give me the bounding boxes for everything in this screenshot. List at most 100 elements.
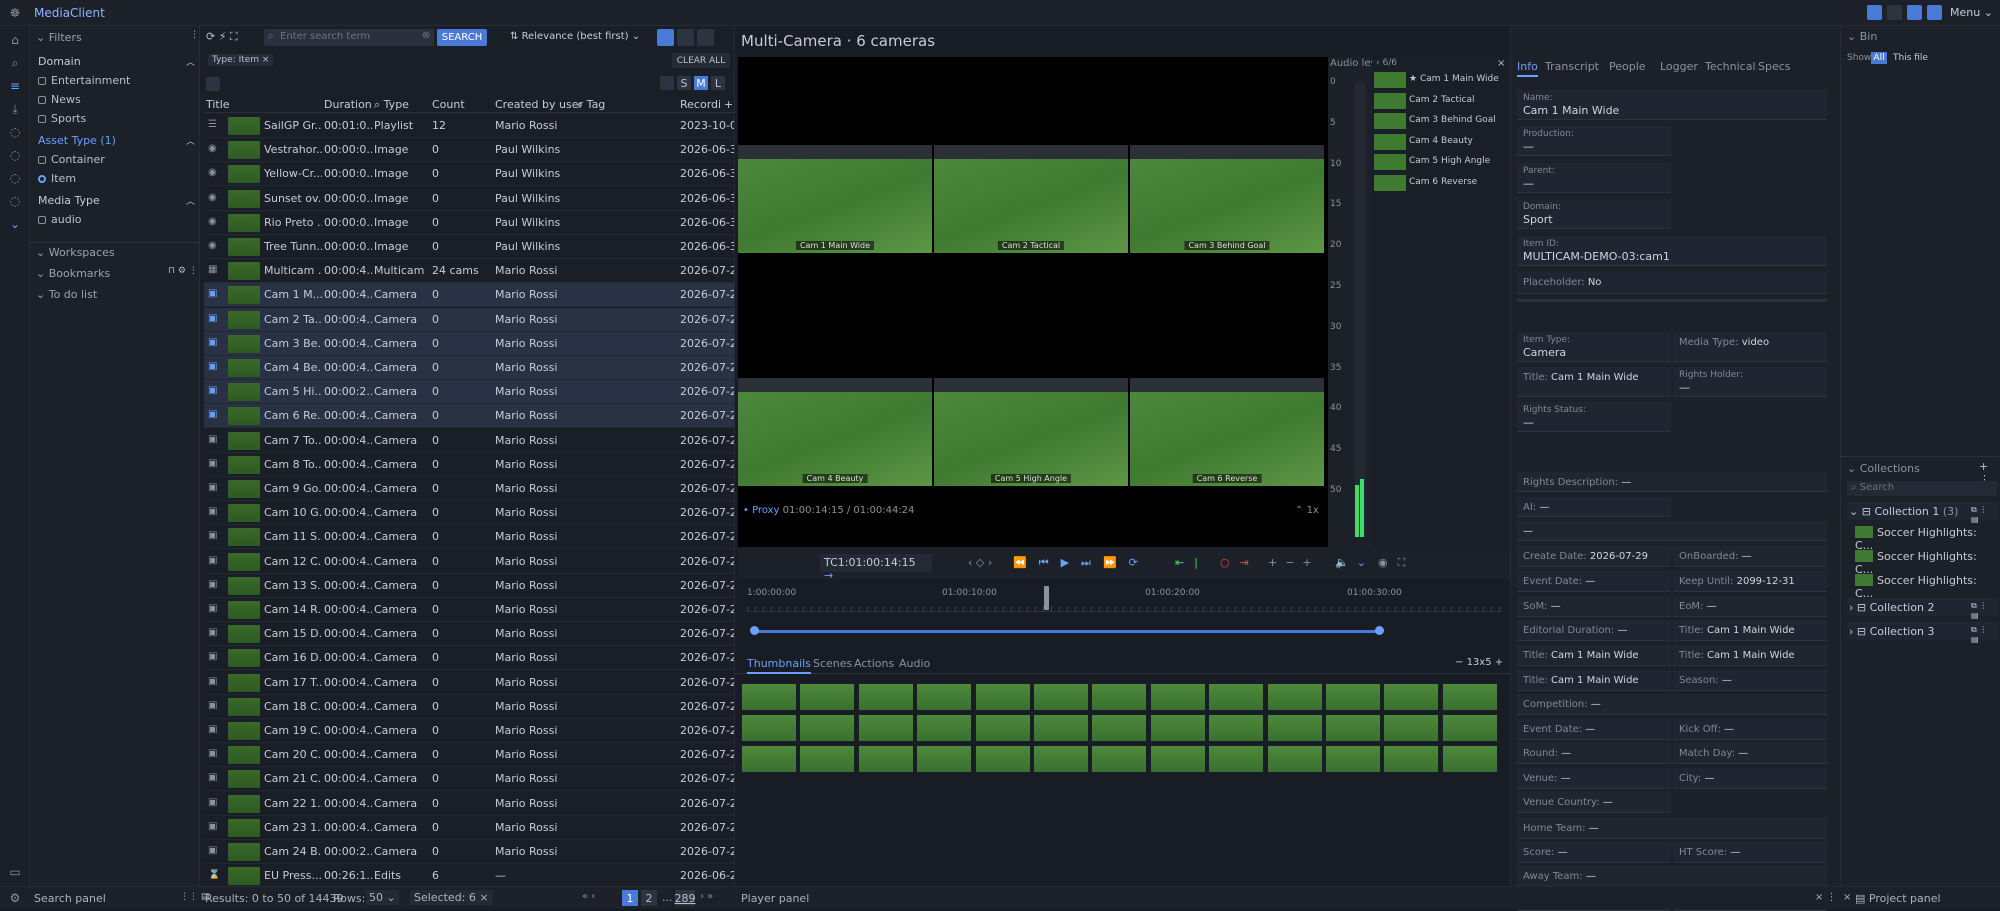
field-blank[interactable]: — <box>1517 521 1827 541</box>
playhead[interactable] <box>1044 586 1049 610</box>
search-icon[interactable]: ⌕ <box>5 53 25 73</box>
field-score[interactable]: Score: — <box>1517 842 1671 863</box>
scene-thumbnail[interactable] <box>1208 745 1265 773</box>
scene-thumbnail[interactable] <box>1208 714 1265 742</box>
table-row[interactable]: ▣ Cam 11 S... 00:00:4... Camera 0 Mario … <box>204 525 734 550</box>
col-count[interactable]: Count <box>432 98 465 111</box>
todo-header[interactable]: ⌄ To do list <box>36 288 97 301</box>
scene-thumbnail[interactable] <box>1383 683 1440 711</box>
table-row[interactable]: ▣ Cam 13 S... 00:00:4... Camera 0 Mario … <box>204 574 734 598</box>
cam-tile-4[interactable]: Cam 4 Beauty <box>738 378 932 486</box>
table-row[interactable]: ◉ Tree Tunn... 00:00:0... Image 0 Paul W… <box>204 235 734 259</box>
scene-thumbnail[interactable] <box>1208 683 1265 711</box>
scene-thumbnail[interactable] <box>1325 745 1381 773</box>
table-row[interactable]: ▣ Cam 24 B... 00:00:2... Camera 0 Mario … <box>204 840 734 864</box>
table-row[interactable]: ◉ Rio Preto ... 00:00:0... Image 0 Paul … <box>204 211 734 235</box>
show-all-button[interactable]: All <box>1871 52 1887 64</box>
volume-icon[interactable]: 🔈⌄ <box>1335 556 1374 569</box>
field-eventdate[interactable]: Event Date: — <box>1517 571 1671 592</box>
field-season[interactable]: Season: — <box>1673 670 1827 691</box>
size-m-button[interactable]: M <box>694 76 708 90</box>
table-row[interactable]: ▣ Cam 20 C... 00:00:4... Camera 0 Mario … <box>204 743 734 768</box>
cam-tile-3[interactable]: Cam 3 Behind Goal <box>1130 145 1324 253</box>
scene-thumbnail[interactable] <box>916 683 973 711</box>
field-domain[interactable]: Domain: Sport <box>1517 199 1671 229</box>
scene-thumbnail[interactable] <box>974 714 1031 742</box>
bookmark-tools-icon[interactable]: ⊓ ⚙ ⋮ <box>168 266 198 276</box>
table-row[interactable]: ▦ Multicam ... 00:00:4... Multicam 24 ca… <box>204 259 734 284</box>
info-tab-people[interactable]: People <box>1609 60 1646 73</box>
camera-list-item[interactable]: Cam 5 High Angle <box>1374 153 1508 171</box>
field-name[interactable]: Name: Cam 1 Main Wide <box>1517 90 1827 120</box>
filters-header[interactable]: ⌄ Filters <box>36 31 82 44</box>
camera-list-item[interactable]: Cam 6 Reverse <box>1374 174 1508 192</box>
scene-thumbnail[interactable] <box>741 745 797 773</box>
scene-thumbnail[interactable] <box>1266 714 1323 742</box>
collection-3[interactable]: › ⊟ Collection 3 ⧉ ⋮ ▤ <box>1847 622 1997 644</box>
field-production[interactable]: Production: — <box>1517 126 1671 156</box>
scene-thumbnail[interactable] <box>1149 714 1206 742</box>
scene-thumbnail[interactable] <box>1266 683 1323 711</box>
collapse-icon[interactable]: ⌄ <box>5 214 25 234</box>
filter-sports[interactable]: Sports <box>38 112 86 125</box>
field-media-type[interactable]: Media Type: video <box>1673 332 1827 362</box>
field-rights-holder[interactable]: Rights Holder: — <box>1673 367 1827 397</box>
tab-audio[interactable]: Audio <box>899 657 930 670</box>
camera-list-item[interactable]: ★ Cam 1 Main Wide <box>1374 71 1508 89</box>
field-title[interactable]: Title: Cam 1 Main Wide <box>1517 645 1671 666</box>
scene-thumbnail[interactable] <box>1149 745 1206 773</box>
timeline-ruler[interactable]: 1:00:00:00 01:00:10:00 01:00:20:00 01:00… <box>747 586 1502 612</box>
table-row[interactable]: ▣ Cam 19 C... 00:00:4... Camera 0 Mario … <box>204 719 734 743</box>
filter-chip[interactable]: Type: Item × <box>208 54 274 66</box>
field-keepuntil[interactable]: Keep Until: 2099-12-31 <box>1673 571 1827 592</box>
nav-icon-8[interactable]: ◌ <box>5 191 25 211</box>
table-row[interactable]: ☰ SailGP Gr... 00:01:0... Playlist 12 Ma… <box>204 114 734 138</box>
col-type[interactable]: ⌕ Type <box>374 98 409 112</box>
tab-thumbnails[interactable]: Thumbnails <box>747 657 811 674</box>
scene-thumbnail[interactable] <box>799 714 856 742</box>
scene-thumbnail[interactable] <box>1383 745 1440 773</box>
grid-size-control[interactable]: − 13x5 + <box>1455 657 1503 668</box>
nav-icon-7[interactable]: ◌ <box>5 168 25 188</box>
filter-container[interactable]: Container <box>38 153 105 166</box>
field-htscore[interactable]: HT Score: — <box>1673 842 1827 863</box>
field-venuecountry[interactable]: Venue Country: — <box>1517 792 1671 813</box>
scene-thumbnail[interactable] <box>1441 714 1498 742</box>
scene-thumbnail[interactable] <box>1149 683 1206 711</box>
field-round[interactable]: Round: — <box>1517 743 1671 764</box>
close-icon[interactable]: × ⋮ <box>1815 892 1837 903</box>
table-row[interactable]: ◉ Sunset ov... 00:00:0... Image 0 Paul W… <box>204 187 734 211</box>
clear-all-button[interactable]: CLEAR ALL <box>672 53 730 68</box>
field-rights-status[interactable]: Rights Status: — <box>1517 402 1671 432</box>
table-row[interactable]: ▣ Cam 18 C... 00:00:4... Camera 0 Mario … <box>204 695 734 719</box>
snapshot-fullscreen-icons[interactable]: ◉⛶ <box>1378 556 1415 570</box>
nav-icon-6[interactable]: ◌ <box>5 145 25 165</box>
scene-thumbnail[interactable] <box>741 683 797 711</box>
clear-icon[interactable]: ⊗ <box>422 30 430 41</box>
scene-thumbnail[interactable] <box>741 714 797 742</box>
layout-1-icon[interactable] <box>1867 5 1882 20</box>
field-onboarded[interactable]: OnBoarded: — <box>1673 546 1827 567</box>
chevron-up-icon[interactable]: ︿ <box>186 134 195 147</box>
scene-thumbnail[interactable] <box>857 683 914 711</box>
selected-chip[interactable]: Selected: 6 × <box>410 890 493 905</box>
tab-scenes[interactable]: Scenes <box>813 657 852 670</box>
frame-nav-icon[interactable]: ‹ ◇ › <box>968 556 992 569</box>
field-matchday[interactable]: Match Day: — <box>1673 743 1827 764</box>
col-duration[interactable]: Duration <box>324 98 372 111</box>
table-row[interactable]: ⌛ EU Press... 00:26:1... Edits 6 — EUPRE… <box>204 864 734 889</box>
camera-list-item[interactable]: Cam 3 Behind Goal <box>1374 112 1508 130</box>
range-end-handle[interactable] <box>1375 626 1384 635</box>
table-row[interactable]: ▣ Cam 3 Be... 00:00:4... Camera 0 Mario … <box>204 331 734 356</box>
info-tab-transcript[interactable]: Transcript <box>1545 60 1599 73</box>
layout-3-icon[interactable] <box>1907 5 1922 20</box>
field-eom[interactable]: EoM: — <box>1673 596 1827 617</box>
table-row[interactable]: ▣ Cam 21 C... 00:00:4... Camera 0 Mario … <box>204 767 734 792</box>
col-created-by[interactable]: Created by user <box>495 98 583 111</box>
field-som[interactable]: SoM: — <box>1517 596 1671 617</box>
field-competition[interactable]: Competition: — <box>1517 694 1827 715</box>
scene-thumbnail[interactable] <box>1033 714 1089 742</box>
table-row[interactable]: ▣ Cam 16 D... 00:00:4... Camera 0 Mario … <box>204 646 734 671</box>
scene-thumbnail[interactable] <box>1091 683 1148 711</box>
field-item-id[interactable]: Item ID: MULTICAM-DEMO-03:cam1 <box>1517 236 1827 266</box>
